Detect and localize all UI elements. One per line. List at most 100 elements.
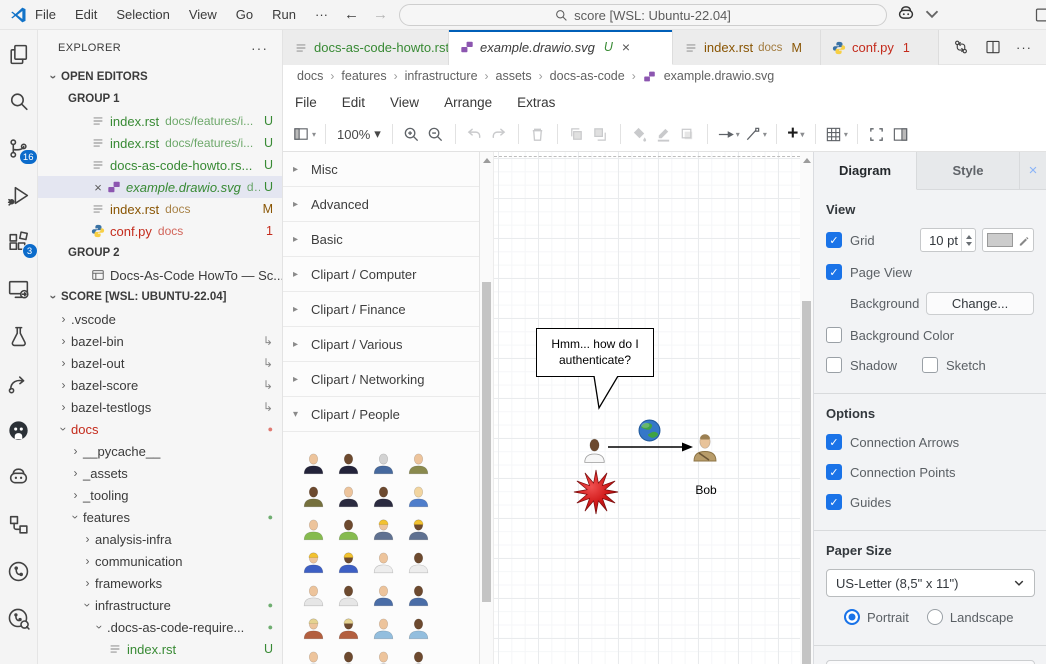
explorer-row-assets[interactable]: ›_assets — [38, 462, 282, 484]
spinner-down-icon[interactable] — [966, 242, 972, 246]
canvas-scrollbar[interactable] — [800, 152, 813, 664]
page-view-checkbox[interactable]: ✓ — [826, 264, 842, 280]
speech-bubble-shape[interactable]: Hmm... how do I authenticate? — [536, 328, 654, 377]
grid-color-swatch[interactable] — [987, 233, 1013, 247]
person-shape[interactable] — [401, 607, 436, 640]
to-front-icon[interactable] — [565, 122, 589, 146]
paper-size-select[interactable]: US-Letter (8,5" x 11") — [826, 569, 1035, 597]
person-shape[interactable] — [331, 574, 366, 607]
table-dropdown[interactable]: ▾ — [823, 122, 850, 146]
menu-file[interactable]: File — [35, 7, 56, 22]
person-shape[interactable] — [401, 541, 436, 574]
scroll-up-icon[interactable] — [483, 158, 491, 163]
bob-label[interactable]: Bob — [686, 483, 726, 497]
source-control-icon[interactable]: 16 — [4, 133, 34, 163]
command-center-search[interactable]: score [WSL: Ubuntu-22.04] — [399, 4, 887, 26]
drawio-menu-view[interactable]: View — [390, 95, 419, 110]
breadcrumb-item[interactable]: docs — [297, 69, 323, 83]
zoom-level-dropdown[interactable]: 100%▾ — [333, 126, 385, 142]
person-shape[interactable] — [401, 640, 436, 664]
person-shape[interactable] — [296, 508, 331, 541]
grid-size-spinner[interactable]: 10 pt — [920, 228, 976, 252]
testing-icon[interactable] — [4, 321, 34, 351]
connection-arrow-dropdown[interactable]: ▾ — [715, 122, 742, 146]
explorer-row-docs-as-code-howto-rs[interactable]: docs-as-code-howto.rs...U — [38, 154, 282, 176]
view-panels-button[interactable]: ▾ — [291, 122, 318, 146]
menu-more[interactable]: ··· — [315, 7, 328, 22]
copilot-icon[interactable] — [895, 3, 917, 25]
explorer-row-bazel-testlogs[interactable]: ›bazel-testlogs↳ — [38, 396, 282, 418]
split-editor-icon[interactable] — [984, 38, 1002, 56]
shape-section-clipart-people[interactable]: ▾Clipart / People — [283, 397, 479, 432]
tab-example-drawio-svg[interactable]: example.drawio.svg U × — [449, 30, 673, 65]
zoom-in-icon[interactable] — [400, 122, 424, 146]
background-color-checkbox[interactable]: ✓ — [826, 327, 842, 343]
shapes-scrollbar[interactable] — [480, 152, 493, 664]
scroll-up-icon[interactable] — [803, 158, 811, 163]
explorer-row-group-2[interactable]: GROUP 2 — [38, 242, 282, 264]
person-shape[interactable] — [331, 541, 366, 574]
person-shape[interactable] — [366, 541, 401, 574]
waypoints-dropdown[interactable]: ▾ — [742, 122, 769, 146]
edit-data-button[interactable]: Edit Data... — [826, 660, 1035, 664]
insert-dropdown[interactable]: +▾ — [784, 122, 808, 146]
line-color-icon[interactable] — [652, 122, 676, 146]
tab-diagram[interactable]: Diagram — [814, 152, 917, 190]
tab-style[interactable]: Style — [917, 152, 1020, 189]
spinner-up-icon[interactable] — [966, 235, 972, 239]
explorer-row-index-rst[interactable]: index.rstdocs/features/i...U — [38, 110, 282, 132]
shadow-icon[interactable] — [676, 122, 700, 146]
drawio-canvas[interactable]: Hmm... how do I authenticate? — [493, 152, 800, 664]
sketch-checkbox[interactable]: ✓ — [922, 357, 938, 373]
menu-view[interactable]: View — [189, 7, 217, 22]
drawio-menu-extras[interactable]: Extras — [517, 95, 555, 110]
person-shape[interactable] — [296, 607, 331, 640]
person-shape[interactable] — [331, 508, 366, 541]
back-arrow-icon[interactable]: ← — [344, 6, 359, 23]
git-graph-explorer-icon[interactable] — [4, 603, 34, 633]
shape-section-clipart-networking[interactable]: ▸Clipart / Networking — [283, 362, 479, 397]
person-shape[interactable] — [331, 607, 366, 640]
remote-explorer-icon[interactable] — [4, 274, 34, 304]
explorer-row-bazel-bin[interactable]: ›bazel-bin↳ — [38, 330, 282, 352]
explorer-row-vscode[interactable]: ›.vscode — [38, 308, 282, 330]
explorer-row-pycache[interactable]: ›__pycache__ — [38, 440, 282, 462]
shape-section-misc[interactable]: ▸Misc — [283, 152, 479, 187]
breadcrumb-item[interactable]: infrastructure — [405, 69, 478, 83]
explorer-row-communication[interactable]: ›communication — [38, 550, 282, 572]
menu-go[interactable]: Go — [236, 7, 253, 22]
connector-arrow[interactable] — [606, 440, 696, 454]
breadcrumb-item[interactable]: example.drawio.svg — [664, 69, 774, 83]
breadcrumb-item[interactable]: features — [341, 69, 386, 83]
explorer-row-infrastructure[interactable]: ›infrastructure● — [38, 594, 282, 616]
menu-edit[interactable]: Edit — [75, 7, 97, 22]
undo-icon[interactable] — [463, 122, 487, 146]
breadcrumb-item[interactable]: docs-as-code — [550, 69, 625, 83]
run-and-debug-icon[interactable] — [4, 180, 34, 210]
explorer-row-index-rst[interactable]: index.rstdocsM — [38, 198, 282, 220]
person-shape[interactable] — [296, 475, 331, 508]
explorer-row-score-wsl-ubuntu-22-04[interactable]: ›SCORE [WSL: UBUNTU-22.04] — [38, 286, 282, 308]
fullscreen-icon[interactable] — [865, 122, 889, 146]
person-shape[interactable] — [296, 541, 331, 574]
drawio-menu-file[interactable]: File — [295, 95, 317, 110]
chevron-down-icon[interactable] — [921, 3, 943, 25]
breadcrumb-item[interactable]: assets — [496, 69, 532, 83]
redo-icon[interactable] — [487, 122, 511, 146]
person-shape[interactable] — [366, 607, 401, 640]
explorer-row-frameworks[interactable]: ›frameworks — [38, 572, 282, 594]
person-shape[interactable] — [366, 508, 401, 541]
starburst-shape[interactable] — [573, 469, 619, 515]
explorer-row-open-editors[interactable]: ›OPEN EDITORS — [38, 66, 282, 88]
menu-run[interactable]: Run — [272, 7, 296, 22]
layout-panel-icon[interactable] — [1034, 5, 1046, 25]
landscape-radio[interactable] — [927, 609, 943, 625]
background-change-button[interactable]: Change... — [926, 292, 1034, 315]
close-format-panel-icon[interactable]: × — [1020, 152, 1046, 189]
person-shape[interactable] — [366, 574, 401, 607]
close-editor-icon[interactable]: × — [90, 180, 106, 195]
person-shape[interactable] — [366, 640, 401, 664]
person-shape[interactable] — [401, 442, 436, 475]
person-shape[interactable] — [296, 640, 331, 664]
explorer-icon[interactable] — [4, 39, 34, 69]
